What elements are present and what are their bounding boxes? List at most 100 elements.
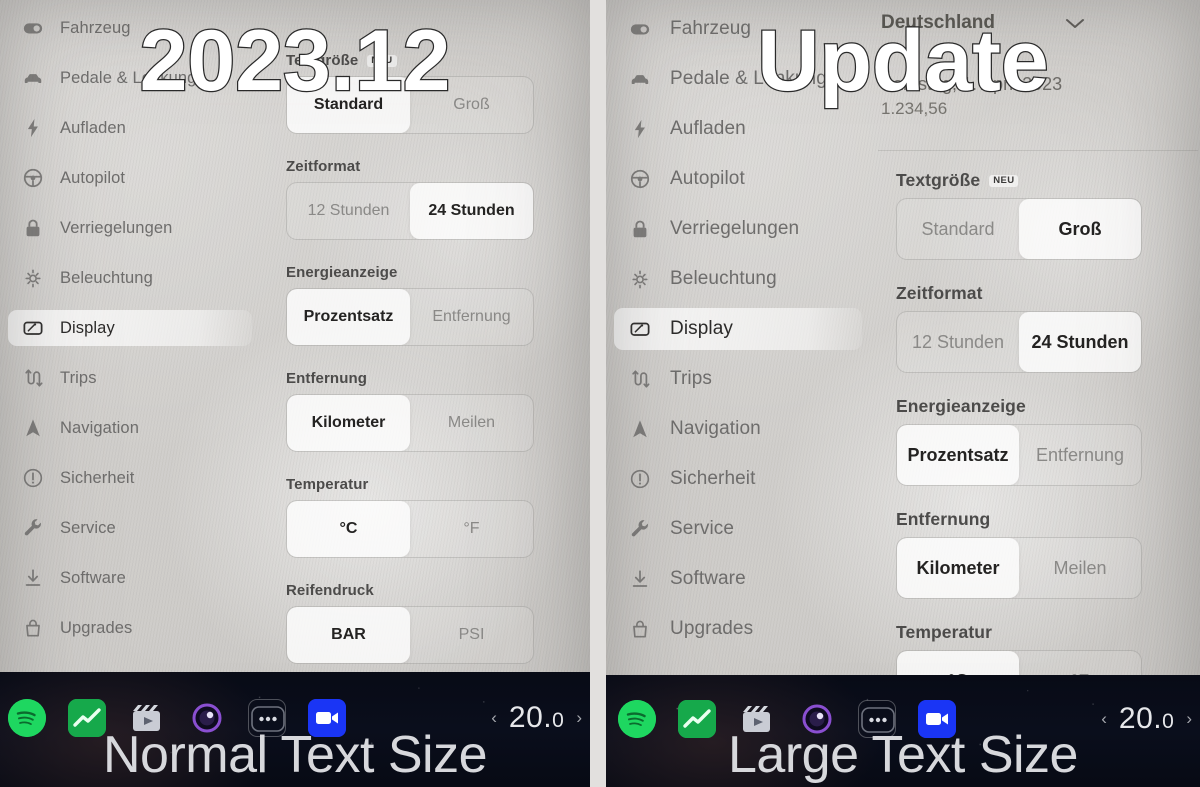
group-label-text: Temperatur [896,622,992,642]
setting-group-label: Zeitformat [896,283,1142,304]
segment-option[interactable]: Kilometer [897,538,1019,598]
chevron-down-icon[interactable] [1065,17,1085,29]
segment-option[interactable]: PSI [410,607,533,663]
sidebar-item-label: Software [670,568,746,589]
sidebar-item-autopilot[interactable]: Autopilot [614,158,862,200]
light-icon [628,267,652,291]
segment-option[interactable]: Prozentsatz [287,289,410,345]
country-label: Deutschland [881,12,996,33]
sidebar-item-label: Trips [670,368,713,389]
bag-icon [628,617,652,641]
clapperboard-glyph [133,704,160,731]
sidebar-item-label: Upgrades [60,618,133,637]
segment-option[interactable]: 24 Stunden [1019,312,1141,372]
setting-group: Entfernung Kilometer Meilen [286,370,534,452]
display-icon [22,317,44,339]
more-apps-icon[interactable] [858,700,896,738]
temp-increase-icon[interactable]: › [1186,709,1192,729]
sidebar-item-fahrzeug[interactable]: Fahrzeug [8,10,252,46]
sidebar-item-verriegelungen[interactable]: Verriegelungen [614,208,862,250]
sidebar-item-service[interactable]: Service [8,510,252,546]
group-label-text: Temperatur [286,476,369,493]
segmented-control: Standard Groß [286,76,534,134]
setting-group-label: Energieanzeige [896,396,1142,417]
header-divider [878,150,1198,151]
temp-decrease-icon[interactable]: ‹ [491,708,497,728]
energy-app-icon[interactable] [678,700,716,738]
sidebar-item-aufladen[interactable]: Aufladen [614,108,862,150]
video-app-icon[interactable] [918,700,956,738]
spotify-app-icon[interactable] [618,700,656,738]
segment-option[interactable]: °F [410,501,533,557]
group-label-text: Reifendruck [286,582,374,599]
sidebar-item-software[interactable]: Software [614,558,862,600]
sidebar-item-display[interactable]: Display [614,308,862,350]
temp-increase-icon[interactable]: › [576,708,582,728]
sidebar-item-beleuchtung[interactable]: Beleuchtung [614,258,862,300]
country-selector[interactable]: Deutschland [881,12,1181,34]
sidebar-item-autopilot[interactable]: Autopilot [8,160,252,196]
setting-group: Temperatur °C°F [286,476,534,558]
new-badge: NEU [367,54,397,67]
sidebar-item-beleuchtung[interactable]: Beleuchtung [8,260,252,296]
sidebar-item-trips[interactable]: Trips [614,358,862,400]
sidebar-item-verriegelungen[interactable]: Verriegelungen [8,210,252,246]
sidebar-item-service[interactable]: Service [614,508,862,550]
segment-option[interactable]: Meilen [410,395,533,451]
segment-option[interactable]: BAR [287,607,410,663]
sidebar-item-sicherheit[interactable]: Sicherheit [8,460,252,496]
segment-option[interactable]: Groß [410,77,533,133]
segment-option[interactable]: Standard [897,199,1019,259]
sidebar-item-upgrades[interactable]: Upgrades [8,610,252,646]
lock-icon [22,217,44,239]
more-apps-icon[interactable] [248,698,286,737]
sidebar-item-software[interactable]: Software [8,560,252,596]
sidebar-item-navigation[interactable]: Navigation [8,410,252,446]
segment-option[interactable]: Meilen [1019,538,1141,598]
segment-option[interactable]: °C [287,501,410,557]
camera-app-icon[interactable] [188,699,226,737]
segment-option[interactable]: Kilometer [287,395,410,451]
theater-app-icon[interactable] [128,699,166,737]
setting-group-label: Entfernung [286,370,534,387]
sidebar-item-fahrzeug[interactable]: Fahrzeug [614,8,862,50]
video-app-icon[interactable] [308,698,346,737]
wrench-icon [628,517,652,541]
sidebar-item-display[interactable]: Display [8,310,252,346]
group-label-text: Textgröße [896,170,981,190]
sidebar-item-upgrades[interactable]: Upgrades [614,608,862,650]
segment-option[interactable]: 24 Stunden [410,183,533,239]
energy-chart-glyph [68,698,106,737]
energy-app-icon[interactable] [68,698,106,737]
sidebar-item-pedale-lenkung[interactable]: Pedale & Lenkung [614,58,862,100]
sidebar-item-aufladen[interactable]: Aufladen [8,110,252,146]
sidebar-item-label: Aufladen [60,118,126,137]
segment-option[interactable]: Standard [287,77,410,133]
setting-group: Zeitformat 12 Stunden 24 Stunden [896,283,1142,373]
comparison-stage: Fahrzeug Pedale & Lenkung Aufladen Autopilo… [0,0,1200,787]
segment-option[interactable]: Groß [1019,199,1141,259]
temp-decrease-icon[interactable]: ‹ [1101,709,1107,729]
sidebar-item-sicherheit[interactable]: Sicherheit [614,458,862,500]
climate-temperature-right[interactable]: ‹ 20.0 › [1101,702,1200,736]
setting-group: Zeitformat 12 Stunden 24 Stunden [286,158,534,240]
segment-option[interactable]: 12 Stunden [287,183,410,239]
segmented-control: Kilometer Meilen [896,537,1142,599]
theater-app-icon[interactable] [738,700,776,738]
group-label-text: Zeitformat [286,158,361,175]
segmented-control: Prozentsatz Entfernung [286,288,534,346]
setting-group: Textgröße NEU Standard Groß [286,52,534,134]
sidebar-item-pedale-lenkung[interactable]: Pedale & Lenkung [8,60,252,96]
sidebar-item-label: Upgrades [670,618,754,639]
segment-option[interactable]: 12 Stunden [897,312,1019,372]
segment-option[interactable]: Entfernung [410,289,533,345]
download-icon [628,567,652,591]
camera-app-icon[interactable] [798,700,836,738]
alert-circle-icon [22,467,44,489]
sidebar-item-navigation[interactable]: Navigation [614,408,862,450]
spotify-app-icon[interactable] [8,698,46,737]
segment-option[interactable]: Prozentsatz [897,425,1019,485]
climate-temperature-left[interactable]: ‹ 20.0 › [491,701,590,735]
sidebar-item-trips[interactable]: Trips [8,360,252,396]
segment-option[interactable]: Entfernung [1019,425,1141,485]
